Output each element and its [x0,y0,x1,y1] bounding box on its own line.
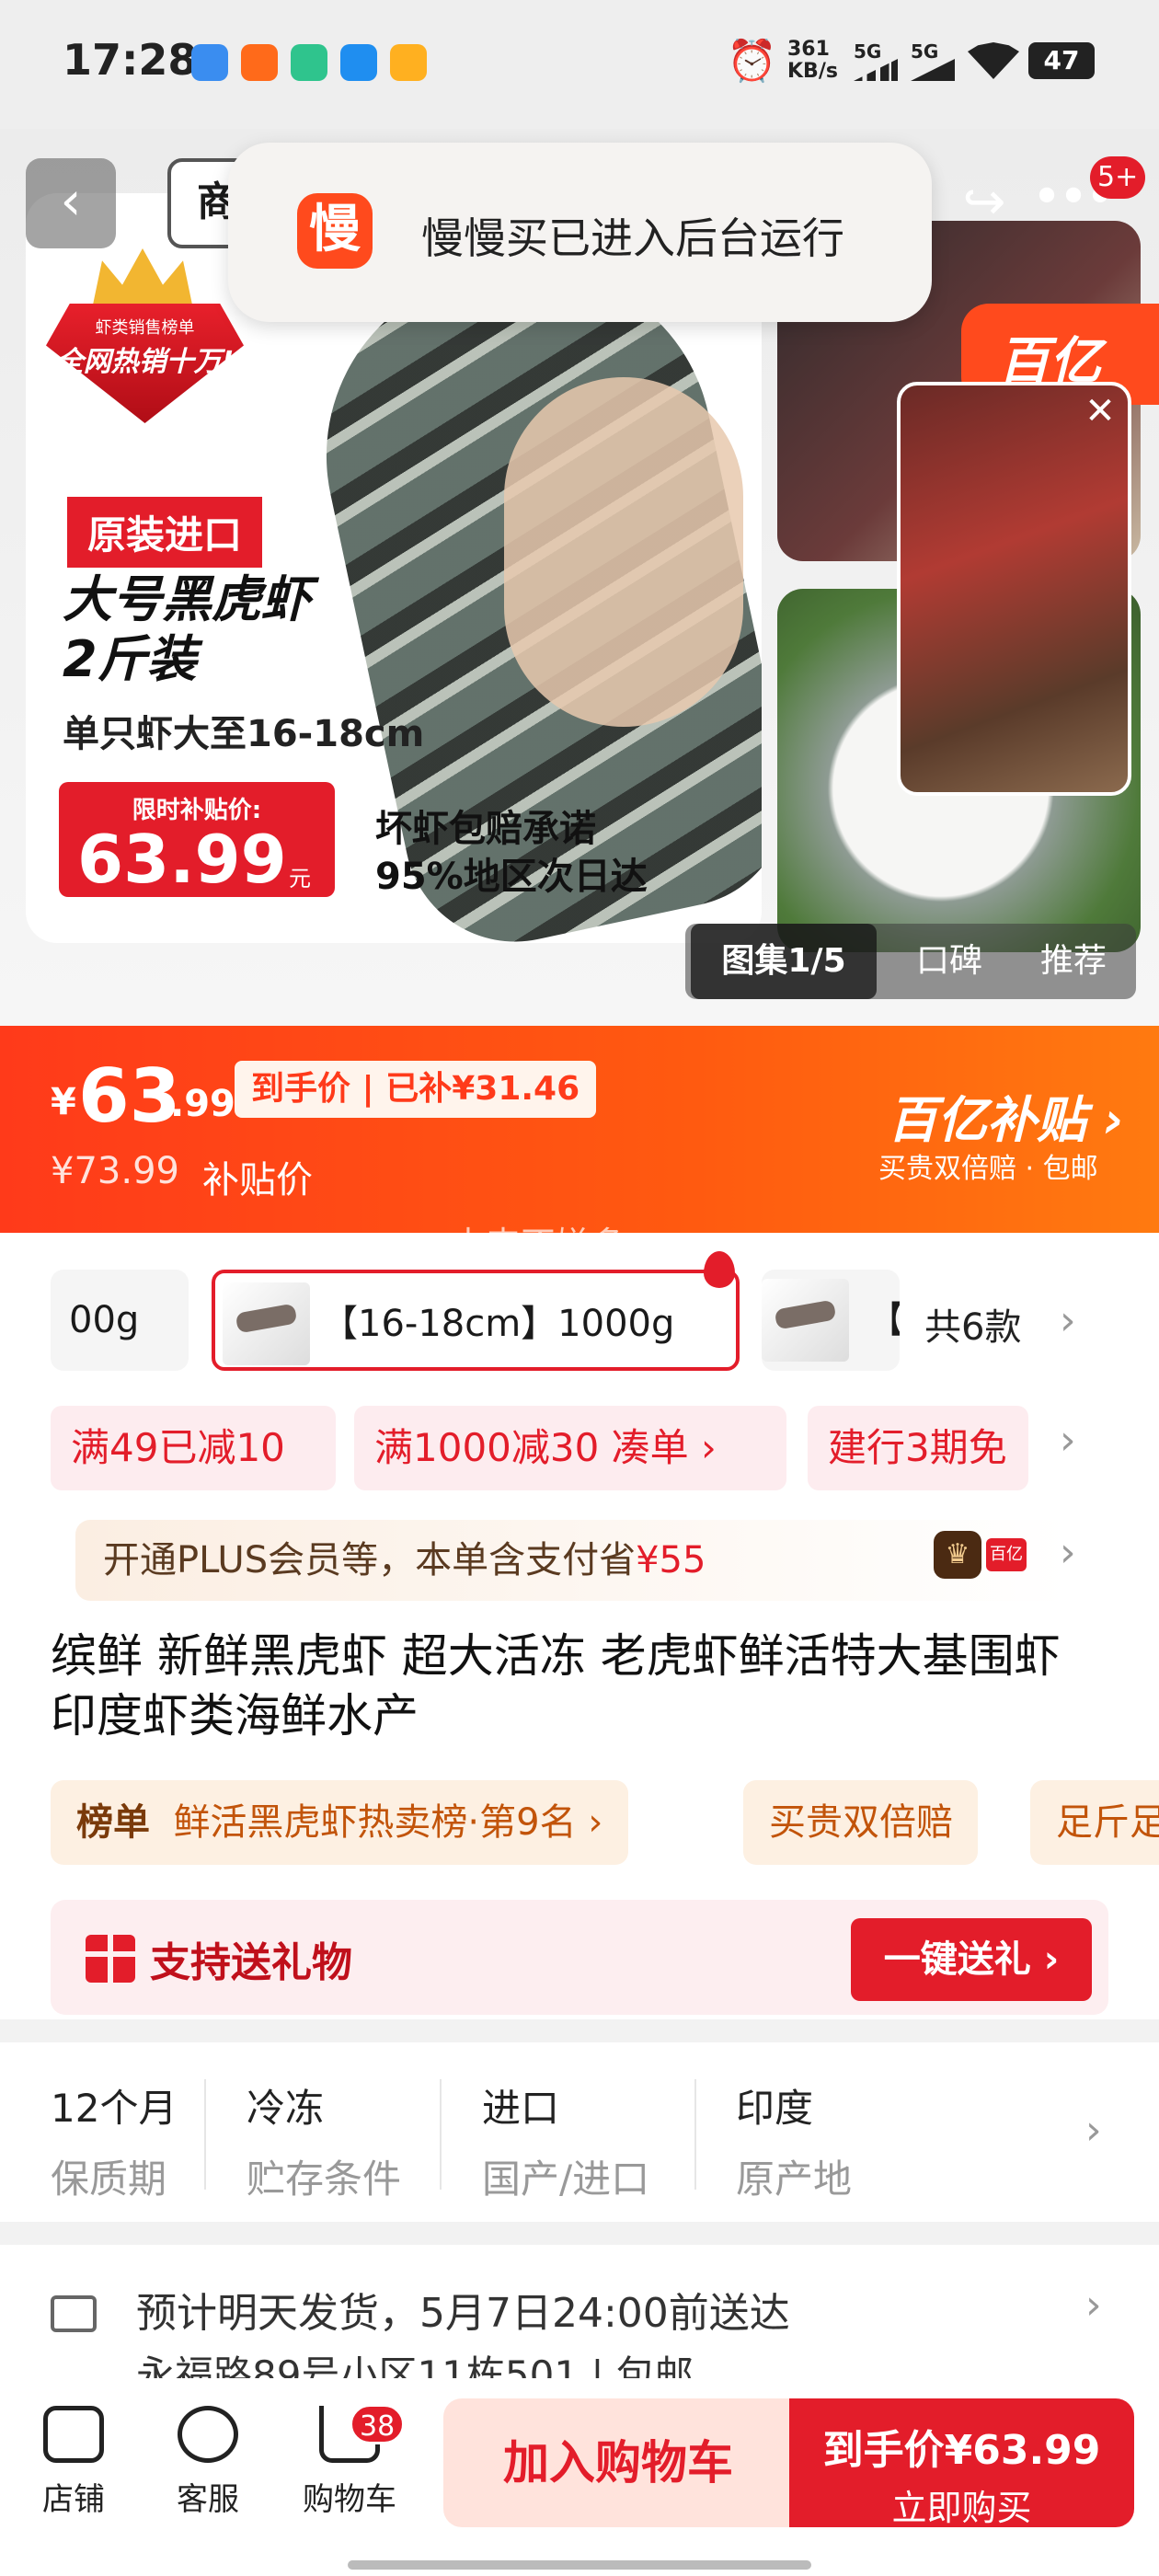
app-notification-icon [390,44,427,81]
tab-gallery[interactable]: 图集1/5 [691,924,877,999]
guarantee-tag[interactable]: 买贵双倍赔 [743,1780,978,1865]
attribute-shelf-life: 12个月 保质期 [51,2086,178,2202]
sim1-label: 5G [854,40,882,63]
hot-icon [704,1251,735,1288]
spec-thumbnail [223,1282,310,1365]
chevron-right-icon[interactable]: › [1060,1417,1076,1464]
bottom-action-bar: 店铺 客服 购物车 38 加入购物车 到手价¥63.99 立即购买 [0,2378,1159,2576]
hero-size-line: 单只虾大至16-18cm [63,713,425,755]
nav-service[interactable]: 客服 [153,2406,263,2519]
ranking-tag[interactable]: 榜单 鲜活黑虎虾热卖榜·第9名 › [51,1780,629,1865]
gift-bar: 支持送礼物 一键送礼 › [51,1900,1108,2015]
app-notification-icon [291,44,327,81]
hand-image [504,377,743,727]
original-price: ¥73.99 [51,1150,179,1192]
truck-icon [51,2295,97,2332]
delivery-address: 永福路89号小区11栋501 | 包邮 [136,2352,694,2383]
manmanmai-app-icon: 慢 [297,193,373,269]
service-icon [178,2406,238,2463]
plus-member-bar[interactable]: 开通PLUS会员等，本单含支付省¥55 [75,1520,1069,1601]
spec-option-selected[interactable]: 【16-18cm】1000g [212,1270,740,1371]
tab-recommend[interactable]: 推荐 [1018,924,1129,999]
subsidy-icon: 百亿 [986,1538,1027,1571]
net-speed: 361 KB/s [787,38,838,84]
price-main: 63 [78,1053,181,1139]
crown-icon: ♛ [934,1531,981,1579]
spec-thumbnail [762,1279,849,1362]
import-tag: 原装进口 [67,497,263,568]
gift-text: 支持送礼物 [150,1939,352,1986]
subsidy-subtitle: 买贵双倍赔 · 包邮 [878,1153,1098,1185]
nav-store[interactable]: 店铺 [18,2406,129,2519]
attribute-origin: 印度 原产地 [736,2086,853,2202]
buy-now-button[interactable]: 到手价¥63.99 立即购买 [789,2398,1134,2528]
app-notification-icon [191,44,228,81]
guarantee-tag[interactable]: 足斤足 [1030,1780,1159,1865]
close-icon[interactable]: ✕ [1078,389,1122,433]
attribute-storage: 冷冻 贮存条件 [247,2086,402,2202]
floating-video-window[interactable] [897,382,1131,796]
store-icon [43,2406,104,2463]
crown-icon [92,248,193,309]
home-indicator[interactable] [348,2560,811,2570]
send-gift-button[interactable]: 一键送礼 › [851,1918,1092,2001]
more-badge: 5+ [1090,156,1146,199]
spec-option[interactable]: 00g [51,1270,189,1371]
toast-text: 慢慢买已进入后台运行 [421,213,844,263]
add-to-cart-button[interactable]: 加入购物车 [443,2398,793,2527]
alarm-icon: ⏰ [727,38,777,85]
subsidy-link[interactable]: 百亿补贴 › [888,1079,1124,1152]
hero-title: 大号黑虎虾 2斤装 [63,570,311,688]
coupon-tag[interactable]: 建行3期免 [808,1406,1028,1490]
hero-promise: 坏虾包赔承诺 95%地区次日达 [375,808,648,898]
bestseller-badge: 虾类销售榜单 全网热销十万! [46,248,244,432]
spec-count[interactable]: 共6款 [924,1297,1021,1351]
chevron-right-icon[interactable]: › [1060,1529,1076,1576]
coupon-tag[interactable]: 满1000减30 凑单 › [354,1406,786,1490]
attributes-card[interactable]: 12个月 保质期 冷冻 贮存条件 进口 国产/进口 印度 原产地 › [0,2042,1159,2222]
price-decimal: .99 [170,1083,235,1125]
share-icon[interactable]: ↪ [947,166,1021,239]
cart-badge: 38 [350,2404,406,2444]
tab-reviews[interactable]: 口碑 [899,924,1000,999]
sim2-label: 5G [911,40,939,63]
delivery-card[interactable]: 预计明天发货，5月7日24:00前送达 永福路89号小区11栋501 | 包邮 … [0,2245,1159,2383]
app-notification-icon [241,44,278,81]
product-title: 缤鲜 新鲜黑虎虾 超大活冻 老虎虾鲜活特大基围虾 印度虾类海鲜水产 [51,1629,1061,1742]
back-button[interactable]: ‹ [26,158,116,248]
spec-option[interactable]: 【 [762,1270,900,1371]
background-toast: 慢 慢慢买已进入后台运行 [228,143,932,322]
chevron-right-icon[interactable]: › [1085,2107,1102,2154]
app-notification-icon [340,44,377,81]
delivery-estimate: 预计明天发货，5月7日24:00前送达 [136,2290,790,2337]
status-time: 17:28 [63,35,198,85]
price-currency: ¥ [51,1081,76,1123]
chevron-right-icon[interactable]: › [1085,2282,1102,2329]
original-price-label: 补贴价 [202,1159,313,1202]
attribute-origin-type: 进口 国产/进口 [482,2086,650,2202]
watermark: 未来不嫌多 [451,1225,626,1265]
coupon-tag[interactable]: 满49已减10 [51,1406,336,1490]
final-price-tag: 到手价 | 已补¥31.46 [235,1061,597,1118]
hero-price-box: 限时补贴价: 63.99 元 [59,782,335,898]
price-bar: ¥ 63 .99 到手价 | 已补¥31.46 ¥73.99 补贴价 百亿补贴 … [0,1026,1159,1233]
chevron-right-icon[interactable]: › [1060,1297,1076,1344]
battery-icon: 47 [1028,42,1095,79]
gift-icon [86,1935,135,1983]
gallery-tabs: 图集1/5 口碑 推荐 [685,924,1136,999]
